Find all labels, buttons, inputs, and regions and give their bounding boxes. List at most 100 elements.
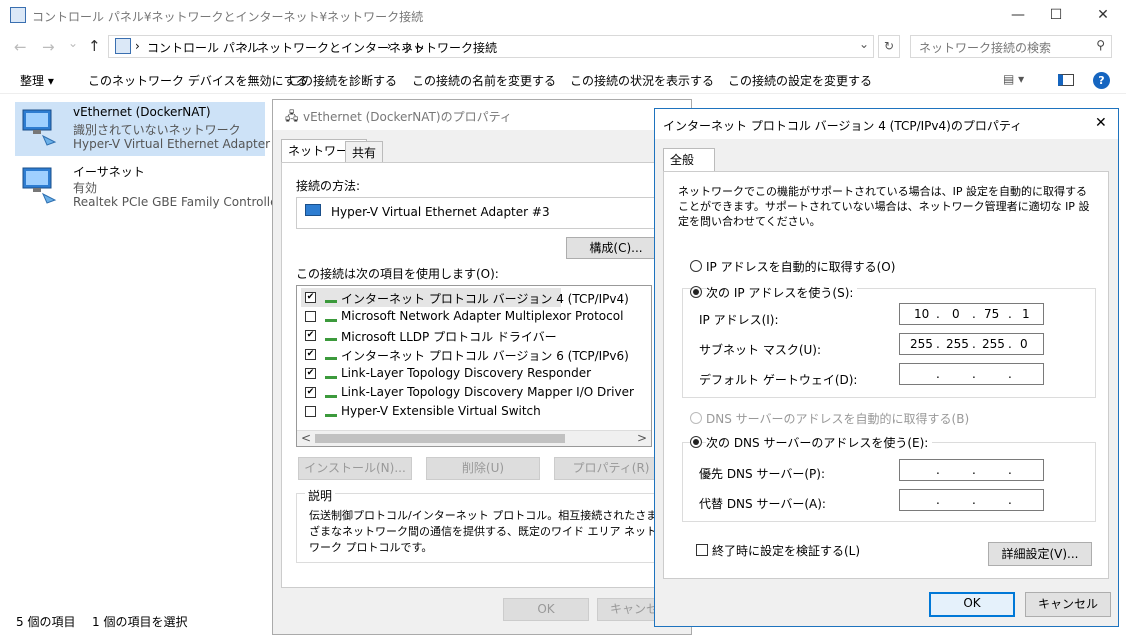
address-bar[interactable]: › コントロール パネル › ネットワークとインターネット › ネットワーク接続… — [108, 35, 874, 58]
ip-dot: . — [1008, 463, 1012, 477]
help-icon[interactable]: ? — [1093, 72, 1110, 89]
network-adapter-icon — [22, 109, 57, 146]
intro-text: ネットワークでこの機能がサポートされている場合は、IP 設定を自動的に取得するこ… — [678, 185, 1090, 228]
component-label: Link-Layer Topology Discovery Mapper I/O… — [341, 385, 634, 399]
ip-octet: 255 — [910, 337, 933, 351]
tab-general[interactable]: 全般 — [663, 148, 715, 172]
manual-ip-label: 次の IP アドレスを使う(S): — [706, 284, 858, 301]
horizontal-scrollbar[interactable]: < > — [297, 430, 651, 446]
window-title: コントロール パネル¥ネットワークとインターネット¥ネットワーク接続 — [32, 10, 424, 24]
close-icon[interactable]: ✕ — [1095, 115, 1107, 131]
ip-address-field[interactable]: 10 . 0 . 75 . 1 — [899, 303, 1044, 325]
adapter-field: Hyper-V Virtual Ethernet Adapter #3 — [296, 197, 676, 229]
description-text: 伝送制御プロトコル/インターネット プロトコル。相互接続されたさまざまなネットワ… — [309, 509, 658, 554]
auto-dns-radio[interactable] — [690, 412, 702, 424]
ip-dot: . — [972, 337, 976, 351]
checkbox[interactable]: ✔ — [305, 349, 316, 360]
description-label: 説明 — [305, 487, 336, 504]
ok-button[interactable]: OK — [503, 598, 589, 621]
checkbox[interactable] — [305, 311, 316, 322]
explorer-titlebar: コントロール パネル¥ネットワークとインターネット¥ネットワーク接続 — ☐ ✕ — [0, 0, 1126, 32]
uninstall-button[interactable]: 削除(U) — [426, 457, 540, 480]
address-dropdown-icon[interactable]: ⌄ — [859, 37, 869, 51]
tab-sharing[interactable]: 共有 — [345, 141, 384, 163]
ip-dot: . — [972, 463, 976, 477]
manual-dns-label: 次の DNS サーバーのアドレスを使う(E): — [706, 434, 933, 451]
auto-dns-label: DNS サーバーのアドレスを自動的に取得する(B) — [706, 412, 970, 426]
scrollbar-thumb[interactable] — [315, 434, 565, 443]
dialog-titlebar: インターネット プロトコル バージョン 4 (TCP/IPv4)のプロパティ ✕ — [655, 109, 1118, 139]
list-item[interactable]: vEthernet (DockerNAT) 識別されていないネットワーク Hyp… — [15, 102, 285, 156]
search-input[interactable]: ネットワーク接続の検索 ⚲ — [910, 35, 1112, 58]
view-options-icon[interactable]: ▤ ▾ — [1003, 72, 1024, 86]
scroll-right-icon[interactable]: > — [637, 431, 647, 445]
ip-group: IP アドレス(I): 10 . 0 . 75 . 1 サブネット マスク(U)… — [682, 288, 1096, 398]
checkbox[interactable]: ✔ — [305, 368, 316, 379]
preferred-dns-field[interactable]: . . . — [899, 459, 1044, 481]
up-icon[interactable]: ↑ — [88, 37, 101, 55]
ip-dot: . — [972, 493, 976, 507]
checkbox[interactable]: ✔ — [305, 387, 316, 398]
control-panel-icon — [115, 38, 131, 54]
ip-dot: . — [936, 493, 940, 507]
ip-dot: . — [936, 367, 940, 381]
protocol-icon — [325, 408, 337, 417]
description-group: 説明 伝送制御プロトコル/インターネット プロトコル。相互接続されたさまざまなネ… — [296, 487, 668, 563]
ip-dot: . — [1008, 337, 1012, 351]
ip-dot: . — [936, 463, 940, 477]
change-settings-command[interactable]: この接続の設定を変更する — [728, 72, 872, 89]
disable-device-command[interactable]: このネットワーク デバイスを無効にする — [88, 72, 308, 89]
manual-dns-radio[interactable] — [690, 436, 702, 448]
recent-locations-icon[interactable]: ⌄ — [68, 36, 78, 50]
connection-status: 識別されていないネットワーク — [73, 123, 241, 137]
gateway-label: デフォルト ゲートウェイ(D): — [699, 373, 858, 387]
configure-button[interactable]: 構成(C)... — [566, 237, 666, 259]
auto-ip-radio[interactable] — [690, 260, 702, 272]
advanced-button[interactable]: 詳細設定(V)... — [988, 542, 1092, 566]
rename-command[interactable]: この接続の名前を変更する — [412, 72, 556, 89]
refresh-icon[interactable]: ↻ — [878, 35, 900, 58]
ip-octet: 10 — [914, 307, 930, 321]
properties-button[interactable]: プロパティ(R) — [554, 457, 668, 480]
component-label: インターネット プロトコル バージョン 6 (TCP/IPv6) — [341, 349, 629, 363]
view-status-command[interactable]: この接続の状況を表示する — [570, 72, 714, 89]
list-item[interactable]: イーサネット 有効 Realtek PCIe GBE Family Contro… — [15, 160, 282, 214]
maximize-button[interactable]: ☐ — [1033, 0, 1079, 30]
subnet-mask-field[interactable]: 255 . 255 . 255 . 0 — [899, 333, 1044, 355]
connection-name: vEthernet (DockerNAT) — [73, 105, 211, 119]
back-icon[interactable]: ← — [14, 38, 27, 56]
install-button[interactable]: インストール(N)... — [298, 457, 412, 480]
gateway-field[interactable]: . . . — [899, 363, 1044, 385]
protocol-icon — [325, 332, 337, 341]
validate-checkbox[interactable] — [696, 544, 708, 556]
breadcrumb-network-internet[interactable]: ネットワークとインターネット — [257, 39, 425, 56]
alternate-dns-field[interactable]: . . . — [899, 489, 1044, 511]
ip-dot: . — [972, 367, 976, 381]
ip-octet: 0 — [952, 307, 960, 321]
breadcrumb-network-connections[interactable]: ネットワーク接続 — [401, 39, 497, 56]
network-adapter-icon — [22, 167, 57, 204]
close-button[interactable]: ✕ — [1080, 0, 1126, 30]
list-item[interactable]: ✔ インターネット プロトコル バージョン 4 (TCP/IPv4) — [301, 288, 629, 307]
protocol-icon — [325, 370, 337, 379]
diagnose-command[interactable]: この接続を診断する — [289, 72, 397, 89]
forward-icon[interactable]: → — [42, 38, 55, 56]
protocol-icon — [325, 313, 337, 322]
general-tab-panel: ネットワークでこの機能がサポートされている場合は、IP 設定を自動的に取得するこ… — [663, 171, 1109, 579]
selected-count: 1 個の項目を選択 — [92, 615, 188, 629]
alternate-dns-label: 代替 DNS サーバー(A): — [699, 497, 826, 511]
preview-pane-icon[interactable] — [1058, 74, 1074, 86]
manual-ip-radio[interactable] — [690, 286, 702, 298]
checkbox[interactable] — [305, 406, 316, 417]
checkbox[interactable]: ✔ — [305, 330, 316, 341]
network-tab-panel: 接続の方法: Hyper-V Virtual Ethernet Adapter … — [281, 162, 683, 588]
organize-menu[interactable]: 整理 ▾ — [20, 72, 54, 89]
connection-name: イーサネット — [73, 165, 145, 179]
cancel-button[interactable]: キャンセル — [1025, 592, 1111, 617]
item-count: 5 個の項目 — [16, 615, 76, 629]
scroll-left-icon[interactable]: < — [301, 431, 311, 445]
ipv4-properties-dialog: インターネット プロトコル バージョン 4 (TCP/IPv4)のプロパティ ✕… — [654, 108, 1119, 627]
network-adapter-icon — [305, 204, 321, 216]
checkbox[interactable]: ✔ — [305, 292, 316, 303]
ok-button[interactable]: OK — [929, 592, 1015, 617]
